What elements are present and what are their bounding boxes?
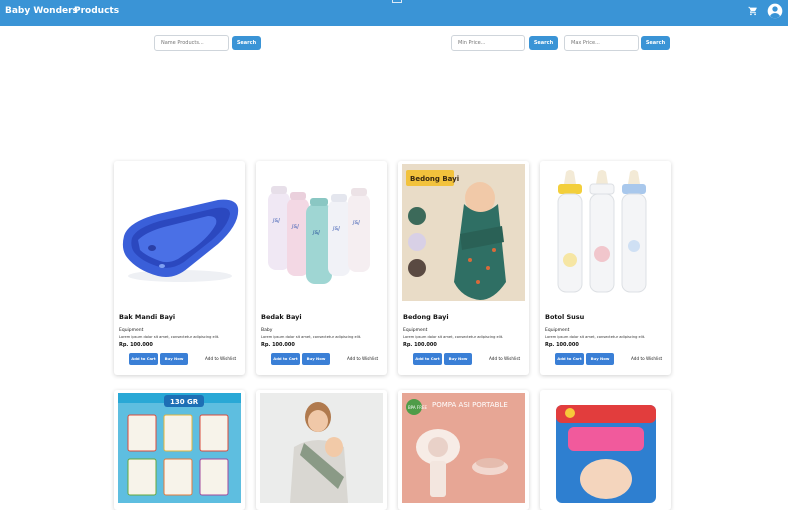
product-card[interactable] (540, 390, 671, 510)
buy-now-button[interactable]: Buy Now (302, 353, 330, 365)
product-image-bathtub[interactable] (118, 164, 241, 301)
product-image-powder[interactable]: J&J J&J J&J J&J J&J (260, 164, 383, 301)
product-name: Bedak Bayi (261, 313, 302, 321)
product-card[interactable]: POMPA ASI PORTABLE BPA FREE (398, 390, 529, 510)
max-price-input[interactable] (564, 35, 639, 51)
product-name: Bedong Bayi (403, 313, 449, 321)
svg-text:J&J: J&J (291, 224, 299, 230)
product-image-breast-pump[interactable]: POMPA ASI PORTABLE BPA FREE (402, 393, 525, 503)
product-name: Bak Mandi Bayi (119, 313, 176, 321)
svg-text:J&J: J&J (332, 226, 340, 232)
product-price: Rp. 100.000 (261, 342, 295, 348)
cart-icon[interactable] (748, 6, 758, 16)
product-card[interactable]: J&J J&J J&J J&J J&J Bedak Bayi Baby Lore… (256, 161, 387, 375)
baby-food-banner: 130 GR (170, 398, 199, 406)
search-name-button[interactable]: Search (232, 36, 261, 50)
product-price: Rp. 100.000 (119, 342, 153, 348)
product-description: Lorem ipsum dolor sit amet, consectetur … (545, 335, 646, 339)
product-description: Lorem ipsum dolor sit amet, consectetur … (403, 335, 504, 339)
add-to-cart-button[interactable]: Add to Cart (129, 353, 158, 365)
product-card[interactable]: Bak Mandi Bayi Equipment Lorem ipsum dol… (114, 161, 245, 375)
product-description: Lorem ipsum dolor sit amet, consectetur … (261, 335, 362, 339)
product-image-swaddle[interactable]: Bedong Bayi (402, 164, 525, 301)
add-to-cart-button[interactable]: Add to Cart (271, 353, 300, 365)
svg-text:J&J: J&J (272, 218, 280, 224)
nav-products-link[interactable]: Products (74, 6, 119, 16)
search-name-input[interactable] (154, 35, 229, 51)
product-card[interactable] (256, 390, 387, 510)
search-min-button[interactable]: Search (529, 36, 558, 50)
product-description: Lorem ipsum dolor sit amet, consectetur … (119, 335, 220, 339)
navbar: Baby Wonders Products (0, 0, 788, 26)
product-card[interactable]: Botol Susu Equipment Lorem ipsum dolor s… (540, 161, 671, 375)
product-price: Rp. 100.000 (545, 342, 579, 348)
add-to-cart-button[interactable]: Add to Cart (555, 353, 584, 365)
product-image-baby-food[interactable]: 130 GR (118, 393, 241, 503)
product-image-baby-carrier[interactable] (260, 393, 383, 503)
add-to-wishlist-link[interactable]: Add to Wishlist (347, 356, 378, 361)
svg-text:J&J: J&J (352, 220, 360, 226)
breast-pump-banner: POMPA ASI PORTABLE (432, 401, 508, 409)
add-to-wishlist-link[interactable]: Add to Wishlist (489, 356, 520, 361)
account-icon[interactable] (767, 3, 783, 19)
product-card[interactable]: Bedong Bayi Bedong Bayi Equipment Lorem … (398, 161, 529, 375)
add-to-cart-button[interactable]: Add to Cart (413, 353, 442, 365)
product-category: Equipment (403, 328, 428, 333)
buy-now-button[interactable]: Buy Now (160, 353, 188, 365)
swaddle-image-caption: Bedong Bayi (410, 175, 459, 183)
search-max-button[interactable]: Search (641, 36, 670, 50)
buy-now-button[interactable]: Buy Now (586, 353, 614, 365)
svg-text:J&J: J&J (312, 230, 320, 236)
add-to-wishlist-link[interactable]: Add to Wishlist (631, 356, 662, 361)
brand-logo[interactable]: Baby Wonders (5, 6, 78, 16)
product-image-bottles[interactable] (544, 164, 667, 301)
product-category: Equipment (545, 328, 570, 333)
product-price: Rp. 100.000 (403, 342, 437, 348)
product-category: Baby (261, 328, 273, 333)
product-card[interactable]: 130 GR (114, 390, 245, 510)
product-image-diapers[interactable] (544, 393, 667, 503)
product-category: Equipment (119, 328, 144, 333)
bpa-free-badge: BPA FREE (408, 405, 428, 410)
buy-now-button[interactable]: Buy Now (444, 353, 472, 365)
product-name: Botol Susu (545, 313, 585, 321)
add-to-wishlist-link[interactable]: Add to Wishlist (205, 356, 236, 361)
min-price-input[interactable] (451, 35, 525, 51)
nav-center-marker (392, 0, 402, 3)
